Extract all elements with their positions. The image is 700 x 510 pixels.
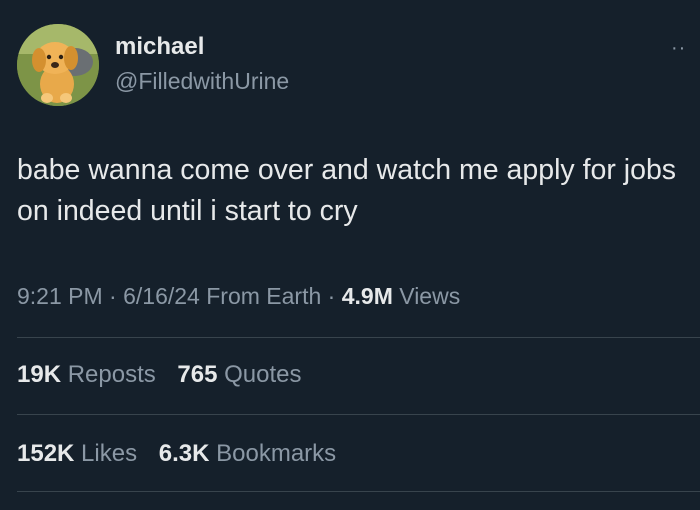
reposts-stat[interactable]: 19K Reposts [17, 361, 156, 388]
meta-separator: · [321, 283, 342, 309]
author-display-name[interactable]: michael [115, 33, 204, 61]
tweet-meta: 9:21 PM · 6/16/24 From Earth · 4.9M View… [17, 283, 460, 310]
quotes-stat[interactable]: 765 Quotes [177, 361, 301, 388]
divider [17, 491, 700, 492]
more-options-icon[interactable]: ·· [671, 38, 697, 58]
likes-count: 152K [17, 440, 75, 467]
tweet-source: From Earth [206, 283, 322, 309]
tweet-card: michael @FilledwithUrine ·· babe wanna c… [0, 0, 700, 510]
engagement-row-reposts-quotes: 19K Reposts 765 Quotes [17, 361, 317, 389]
engagement-row-likes-bookmarks: 152K Likes 6.3K Bookmarks [17, 440, 351, 468]
author-handle[interactable]: @FilledwithUrine [115, 68, 289, 95]
bookmarks-stat[interactable]: 6.3K Bookmarks [159, 440, 336, 467]
tweet-date[interactable]: 6/16/24 [123, 283, 200, 309]
views-label: Views [399, 283, 461, 309]
reposts-count: 19K [17, 361, 62, 388]
meta-separator: · [102, 283, 124, 309]
likes-stat[interactable]: 152K Likes [17, 440, 137, 467]
tweet-text: babe wanna come over and watch me apply … [17, 154, 677, 227]
views-count: 4.9M [341, 283, 393, 309]
bookmarks-label: Bookmarks [216, 440, 337, 467]
plush-dog-avatar-icon [17, 24, 99, 106]
likes-label: Likes [81, 440, 138, 467]
bookmarks-count: 6.3K [158, 440, 210, 467]
avatar[interactable] [17, 24, 99, 106]
divider [17, 414, 700, 415]
tweet-time[interactable]: 9:21 PM [17, 283, 103, 309]
reposts-label: Reposts [67, 361, 156, 388]
divider [17, 337, 700, 338]
quotes-count: 765 [177, 361, 218, 388]
quotes-label: Quotes [224, 361, 302, 388]
